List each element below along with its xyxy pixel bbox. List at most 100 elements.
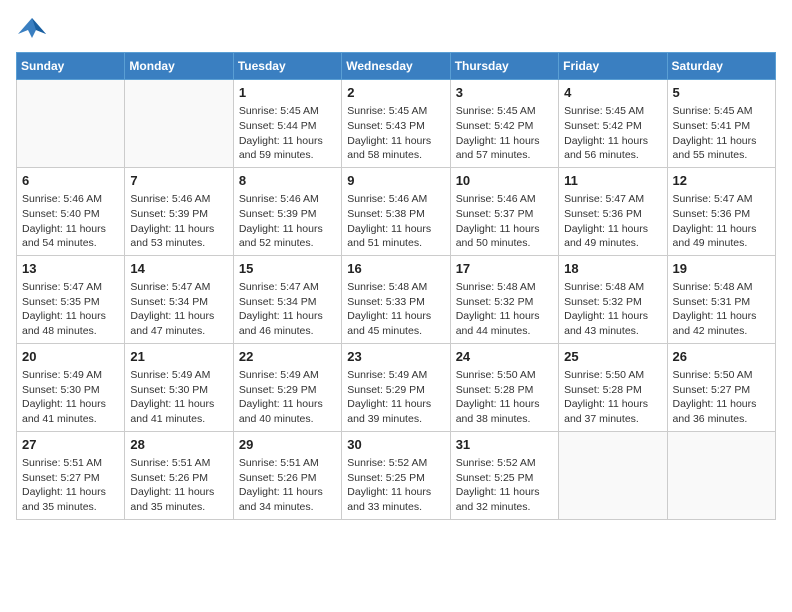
- calendar-cell: 8Sunrise: 5:46 AMSunset: 5:39 PMDaylight…: [233, 167, 341, 255]
- calendar-cell: 28 Sunrise: 5:51 AMSunset: 5:26 PMDayligh…: [125, 431, 233, 519]
- weekday-header: Wednesday: [342, 53, 450, 80]
- day-number: 9: [347, 172, 444, 190]
- calendar-week-row: 27 Sunrise: 5:51 AMSunset: 5:27 PMDayligh…: [17, 431, 776, 519]
- day-number: 23: [347, 348, 444, 366]
- day-info: Sunrise: 5:46 AMSunset: 5:39 PMDaylight:…: [239, 192, 336, 251]
- day-info: Sunrise: 5:45 AMSunset: 5:41 PMDaylight:…: [673, 104, 770, 163]
- calendar-cell: 9 Sunrise: 5:46 AMSunset: 5:38 PMDaylight…: [342, 167, 450, 255]
- day-number: 20: [22, 348, 119, 366]
- calendar-week-row: 13 Sunrise: 5:47 AMSunset: 5:35 PMDayligh…: [17, 255, 776, 343]
- day-number: 2: [347, 84, 444, 102]
- day-number: 28: [130, 436, 227, 454]
- day-number: 25: [564, 348, 661, 366]
- day-number: 14: [130, 260, 227, 278]
- day-info: Sunrise: 5:48 AMSunset: 5:32 PMDaylight:…: [564, 280, 661, 339]
- calendar-cell: 21Sunrise: 5:49 AMSunset: 5:30 PMDayligh…: [125, 343, 233, 431]
- day-number: 6: [22, 172, 119, 190]
- day-info: Sunrise: 5:48 AMSunset: 5:31 PMDaylight:…: [673, 280, 770, 339]
- day-info: Sunrise: 5:47 AMSunset: 5:34 PMDaylight:…: [130, 280, 227, 339]
- calendar-cell: 6 Sunrise: 5:46 AMSunset: 5:40 PMDaylight…: [17, 167, 125, 255]
- weekday-header: Sunday: [17, 53, 125, 80]
- calendar-cell: 26 Sunrise: 5:50 AMSunset: 5:27 PMDayligh…: [667, 343, 775, 431]
- page-header: [16, 16, 776, 44]
- logo-icon: [16, 16, 48, 44]
- day-info: Sunrise: 5:47 AMSunset: 5:36 PMDaylight:…: [673, 192, 770, 251]
- calendar-cell: 16 Sunrise: 5:48 AMSunset: 5:33 PMDayligh…: [342, 255, 450, 343]
- day-info: Sunrise: 5:48 AMSunset: 5:33 PMDaylight:…: [347, 280, 444, 339]
- day-number: 31: [456, 436, 553, 454]
- calendar-cell: 14 Sunrise: 5:47 AMSunset: 5:34 PMDayligh…: [125, 255, 233, 343]
- calendar-cell: 7 Sunrise: 5:46 AMSunset: 5:39 PMDaylight…: [125, 167, 233, 255]
- calendar-cell: 29 Sunrise: 5:51 AMSunset: 5:26 PMDayligh…: [233, 431, 341, 519]
- day-info: Sunrise: 5:47 AMSunset: 5:36 PMDaylight:…: [564, 192, 661, 251]
- calendar-cell: 22 Sunrise: 5:49 AMSunset: 5:29 PMDayligh…: [233, 343, 341, 431]
- day-info: Sunrise: 5:50 AMSunset: 5:28 PMDaylight:…: [456, 368, 553, 427]
- day-info: Sunrise: 5:46 AMSunset: 5:39 PMDaylight:…: [130, 192, 227, 251]
- day-number: 19: [673, 260, 770, 278]
- calendar-cell: 13 Sunrise: 5:47 AMSunset: 5:35 PMDayligh…: [17, 255, 125, 343]
- day-number: 27: [22, 436, 119, 454]
- calendar-cell: 3Sunrise: 5:45 AMSunset: 5:42 PMDaylight…: [450, 80, 558, 168]
- day-info: Sunrise: 5:45 AMSunset: 5:42 PMDaylight:…: [564, 104, 661, 163]
- day-number: 4: [564, 84, 661, 102]
- calendar-week-row: 6 Sunrise: 5:46 AMSunset: 5:40 PMDaylight…: [17, 167, 776, 255]
- day-number: 16: [347, 260, 444, 278]
- day-number: 13: [22, 260, 119, 278]
- weekday-header: Saturday: [667, 53, 775, 80]
- calendar-cell: 18 Sunrise: 5:48 AMSunset: 5:32 PMDayligh…: [559, 255, 667, 343]
- calendar-cell: 15 Sunrise: 5:47 AMSunset: 5:34 PMDayligh…: [233, 255, 341, 343]
- calendar-cell: 19 Sunrise: 5:48 AMSunset: 5:31 PMDayligh…: [667, 255, 775, 343]
- calendar-cell: 23 Sunrise: 5:49 AMSunset: 5:29 PMDayligh…: [342, 343, 450, 431]
- calendar-cell: 5 Sunrise: 5:45 AMSunset: 5:41 PMDaylight…: [667, 80, 775, 168]
- day-info: Sunrise: 5:47 AMSunset: 5:35 PMDaylight:…: [22, 280, 119, 339]
- calendar-week-row: 20Sunrise: 5:49 AMSunset: 5:30 PMDayligh…: [17, 343, 776, 431]
- day-info: Sunrise: 5:51 AMSunset: 5:27 PMDaylight:…: [22, 456, 119, 515]
- day-info: Sunrise: 5:52 AMSunset: 5:25 PMDaylight:…: [456, 456, 553, 515]
- calendar-cell: 25 Sunrise: 5:50 AMSunset: 5:28 PMDayligh…: [559, 343, 667, 431]
- day-info: Sunrise: 5:49 AMSunset: 5:29 PMDaylight:…: [347, 368, 444, 427]
- calendar-cell: 24 Sunrise: 5:50 AMSunset: 5:28 PMDayligh…: [450, 343, 558, 431]
- calendar-cell: 31 Sunrise: 5:52 AMSunset: 5:25 PMDayligh…: [450, 431, 558, 519]
- day-number: 11: [564, 172, 661, 190]
- calendar-cell: [125, 80, 233, 168]
- day-number: 7: [130, 172, 227, 190]
- day-info: Sunrise: 5:52 AMSunset: 5:25 PMDaylight:…: [347, 456, 444, 515]
- calendar-cell: [559, 431, 667, 519]
- weekday-header: Tuesday: [233, 53, 341, 80]
- day-number: 10: [456, 172, 553, 190]
- day-number: 30: [347, 436, 444, 454]
- calendar-cell: 10 Sunrise: 5:46 AMSunset: 5:37 PMDayligh…: [450, 167, 558, 255]
- day-info: Sunrise: 5:45 AMSunset: 5:42 PMDaylight:…: [456, 104, 553, 163]
- day-info: Sunrise: 5:46 AMSunset: 5:40 PMDaylight:…: [22, 192, 119, 251]
- day-number: 26: [673, 348, 770, 366]
- calendar-cell: [17, 80, 125, 168]
- day-info: Sunrise: 5:46 AMSunset: 5:37 PMDaylight:…: [456, 192, 553, 251]
- weekday-header-row: SundayMondayTuesdayWednesdayThursdayFrid…: [17, 53, 776, 80]
- day-info: Sunrise: 5:51 AMSunset: 5:26 PMDaylight:…: [130, 456, 227, 515]
- weekday-header: Friday: [559, 53, 667, 80]
- day-number: 5: [673, 84, 770, 102]
- day-number: 1: [239, 84, 336, 102]
- calendar-cell: 17Sunrise: 5:48 AMSunset: 5:32 PMDayligh…: [450, 255, 558, 343]
- day-number: 24: [456, 348, 553, 366]
- day-info: Sunrise: 5:51 AMSunset: 5:26 PMDaylight:…: [239, 456, 336, 515]
- day-info: Sunrise: 5:47 AMSunset: 5:34 PMDaylight:…: [239, 280, 336, 339]
- day-info: Sunrise: 5:50 AMSunset: 5:28 PMDaylight:…: [564, 368, 661, 427]
- day-number: 18: [564, 260, 661, 278]
- day-number: 21: [130, 348, 227, 366]
- day-info: Sunrise: 5:50 AMSunset: 5:27 PMDaylight:…: [673, 368, 770, 427]
- calendar-cell: 12Sunrise: 5:47 AMSunset: 5:36 PMDayligh…: [667, 167, 775, 255]
- weekday-header: Monday: [125, 53, 233, 80]
- day-number: 15: [239, 260, 336, 278]
- weekday-header: Thursday: [450, 53, 558, 80]
- calendar-week-row: 1 Sunrise: 5:45 AMSunset: 5:44 PMDaylight…: [17, 80, 776, 168]
- day-info: Sunrise: 5:49 AMSunset: 5:29 PMDaylight:…: [239, 368, 336, 427]
- calendar-cell: 27 Sunrise: 5:51 AMSunset: 5:27 PMDayligh…: [17, 431, 125, 519]
- day-info: Sunrise: 5:45 AMSunset: 5:44 PMDaylight:…: [239, 104, 336, 163]
- logo: [16, 16, 52, 44]
- calendar-cell: 11 Sunrise: 5:47 AMSunset: 5:36 PMDayligh…: [559, 167, 667, 255]
- day-number: 22: [239, 348, 336, 366]
- day-number: 29: [239, 436, 336, 454]
- day-info: Sunrise: 5:45 AMSunset: 5:43 PMDaylight:…: [347, 104, 444, 163]
- day-info: Sunrise: 5:46 AMSunset: 5:38 PMDaylight:…: [347, 192, 444, 251]
